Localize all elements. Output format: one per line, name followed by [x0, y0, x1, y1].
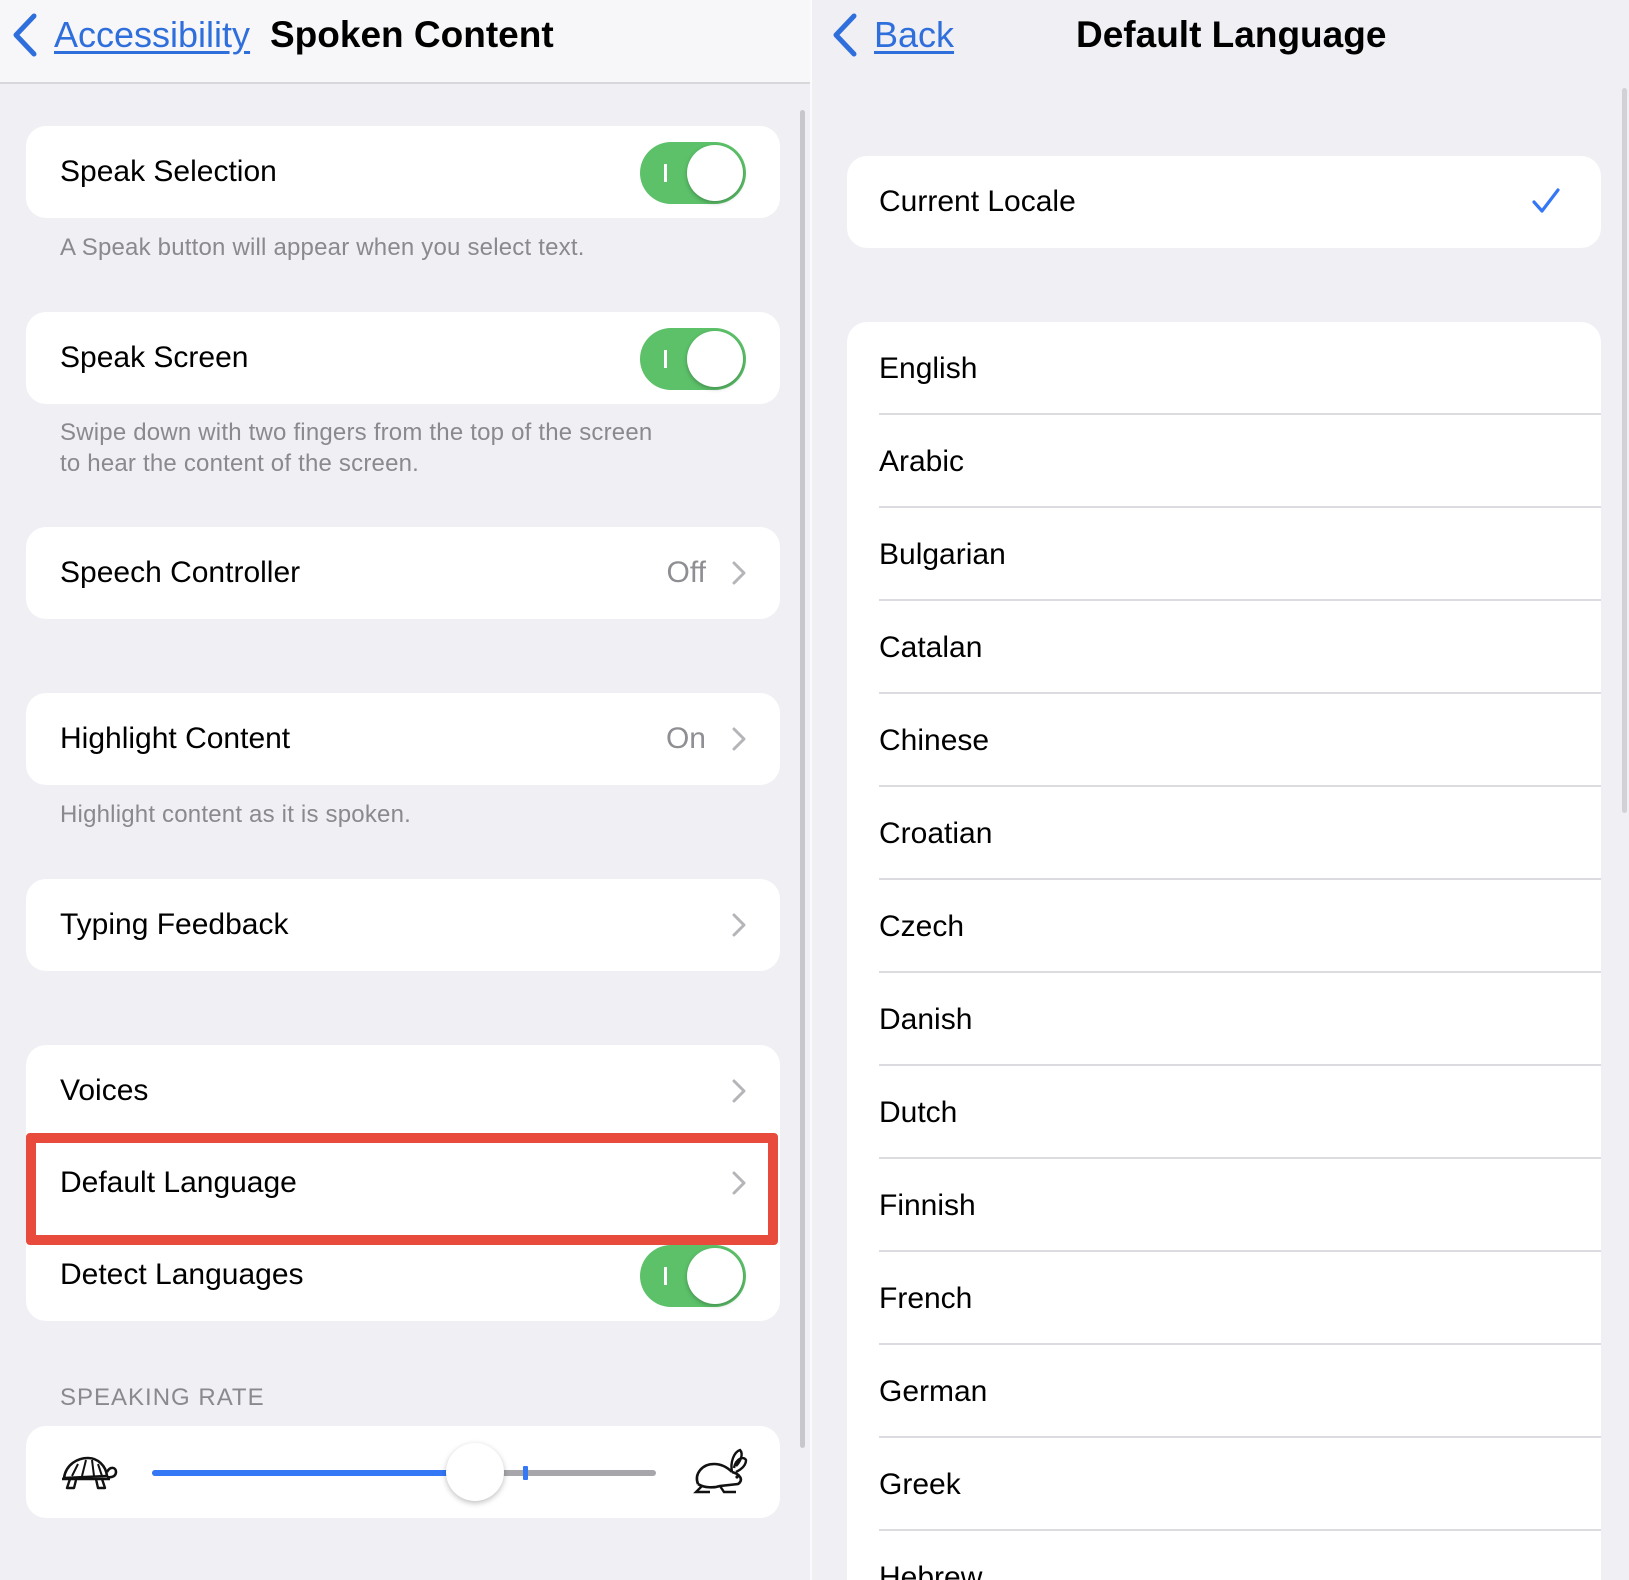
toggle-on-mark: [664, 1267, 667, 1285]
speak-screen-footer-line: to hear the content of the screen.: [60, 450, 420, 477]
voices-label: Voices: [60, 1074, 149, 1107]
speak-screen-toggle[interactable]: [640, 328, 746, 390]
slider-thumb[interactable]: [445, 1443, 504, 1501]
language-row[interactable]: Chinese: [847, 694, 1601, 787]
scroll-indicator[interactable]: [1622, 88, 1627, 813]
current-locale-card: Current Locale: [847, 156, 1601, 248]
language-label: Croatian: [879, 816, 993, 850]
language-label: French: [879, 1281, 973, 1315]
language-row[interactable]: Hebrew: [847, 1531, 1601, 1580]
current-locale-row[interactable]: Current Locale: [847, 156, 1601, 248]
scroll-indicator[interactable]: [800, 110, 805, 1448]
language-label: Greek: [879, 1467, 961, 1501]
language-label: Danish: [879, 1002, 973, 1036]
highlight-content-card: Highlight Content On: [26, 693, 780, 785]
language-row[interactable]: English: [847, 322, 1601, 415]
language-row[interactable]: Croatian: [847, 787, 1601, 880]
slider-midpoint-tick: [522, 1466, 528, 1480]
speak-screen-footer-line: Swipe down with two fingers from the top…: [60, 419, 653, 446]
language-label: Catalan: [879, 630, 983, 664]
language-row[interactable]: Danish: [847, 973, 1601, 1066]
speak-screen-card: Speak Screen: [26, 312, 780, 404]
typing-feedback-card: Typing Feedback: [26, 879, 780, 971]
language-label: Dutch: [879, 1095, 958, 1129]
page-title: Spoken Content: [270, 14, 554, 55]
toggle-on-mark: [664, 164, 667, 182]
language-label: German: [879, 1374, 988, 1408]
language-row[interactable]: French: [847, 1252, 1601, 1345]
back-button-label: Back: [874, 14, 955, 55]
language-row[interactable]: Dutch: [847, 1066, 1601, 1159]
current-locale-label: Current Locale: [879, 185, 1076, 218]
rabbit-icon: [693, 1448, 748, 1494]
chevron-right-icon: [732, 727, 746, 751]
speak-screen-footer: Swipe down with two fingers from the top…: [60, 417, 652, 479]
highlight-content-label: Highlight Content: [60, 722, 291, 755]
speech-controller-value: Off: [666, 556, 706, 589]
detect-languages-label: Detect Languages: [60, 1258, 304, 1291]
spoken-content-pane: Accessibility Spoken Content Speak Selec…: [0, 0, 812, 1580]
language-row[interactable]: Czech: [847, 880, 1601, 973]
checkmark-icon: [1532, 188, 1560, 213]
speech-controller-card: Speech Controller Off: [26, 527, 780, 619]
default-language-pane: Back Default Language Current Locale Eng…: [812, 0, 1629, 1580]
chevron-right-icon: [732, 561, 746, 585]
chevron-right-icon: [732, 1079, 746, 1103]
chevron-left-icon: [13, 13, 37, 57]
typing-feedback-row[interactable]: Typing Feedback: [26, 879, 780, 971]
typing-feedback-label: Typing Feedback: [60, 908, 289, 941]
language-row[interactable]: Catalan: [847, 601, 1601, 694]
toggle-knob: [687, 1248, 743, 1304]
language-label: English: [879, 351, 978, 385]
highlight-content-value: On: [665, 722, 706, 755]
speaking-rate-header: SPEAKING RATE: [60, 1384, 265, 1411]
speaking-rate-card: [26, 1426, 780, 1518]
speech-controller-row[interactable]: Speech Controller Off: [26, 527, 780, 619]
back-button[interactable]: Accessibility: [10, 12, 250, 58]
speak-selection-label: Speak Selection: [60, 155, 277, 188]
language-label: Czech: [879, 909, 965, 943]
language-row[interactable]: Bulgarian: [847, 508, 1601, 601]
speak-selection-card: Speak Selection: [26, 126, 780, 218]
turtle-icon: [62, 1456, 118, 1490]
navigation-bar: Back Default Language: [812, 0, 1629, 84]
back-button[interactable]: Back: [830, 12, 954, 58]
speak-screen-row: Speak Screen: [26, 312, 780, 404]
language-row[interactable]: Finnish: [847, 1159, 1601, 1252]
language-list: English Arabic Bulgarian Catalan Chinese Croa…: [847, 322, 1601, 1580]
chevron-right-icon: [732, 913, 746, 937]
toggle-knob: [687, 145, 743, 201]
language-row[interactable]: German: [847, 1345, 1601, 1438]
back-button-label: Accessibility: [54, 14, 251, 55]
slider-fill: [152, 1470, 475, 1476]
highlight-annotation-box: [26, 1133, 778, 1245]
page-title: Default Language: [1076, 14, 1387, 55]
language-label: Hebrew: [879, 1560, 983, 1580]
speech-controller-label: Speech Controller: [60, 556, 301, 589]
navigation-bar: Accessibility Spoken Content: [0, 0, 812, 84]
voices-row[interactable]: Voices: [26, 1045, 780, 1137]
language-row[interactable]: Arabic: [847, 415, 1601, 508]
language-row[interactable]: Greek: [847, 1438, 1601, 1531]
speaking-rate-slider[interactable]: [152, 1466, 656, 1480]
highlight-content-row[interactable]: Highlight Content On: [26, 693, 780, 785]
language-label: Finnish: [879, 1188, 976, 1222]
speak-screen-label: Speak Screen: [60, 341, 249, 374]
toggle-knob: [687, 331, 743, 387]
toggle-on-mark: [664, 350, 667, 368]
speak-selection-row: Speak Selection: [26, 126, 780, 218]
speak-selection-toggle[interactable]: [640, 142, 746, 204]
language-label: Chinese: [879, 723, 990, 757]
language-label: Bulgarian: [879, 537, 1006, 571]
speak-selection-footer: A Speak button will appear when you sele…: [60, 234, 585, 261]
chevron-left-icon: [833, 13, 857, 57]
highlight-content-footer: Highlight content as it is spoken.: [60, 801, 411, 828]
detect-languages-toggle[interactable]: [640, 1245, 746, 1307]
language-label: Arabic: [879, 444, 965, 478]
